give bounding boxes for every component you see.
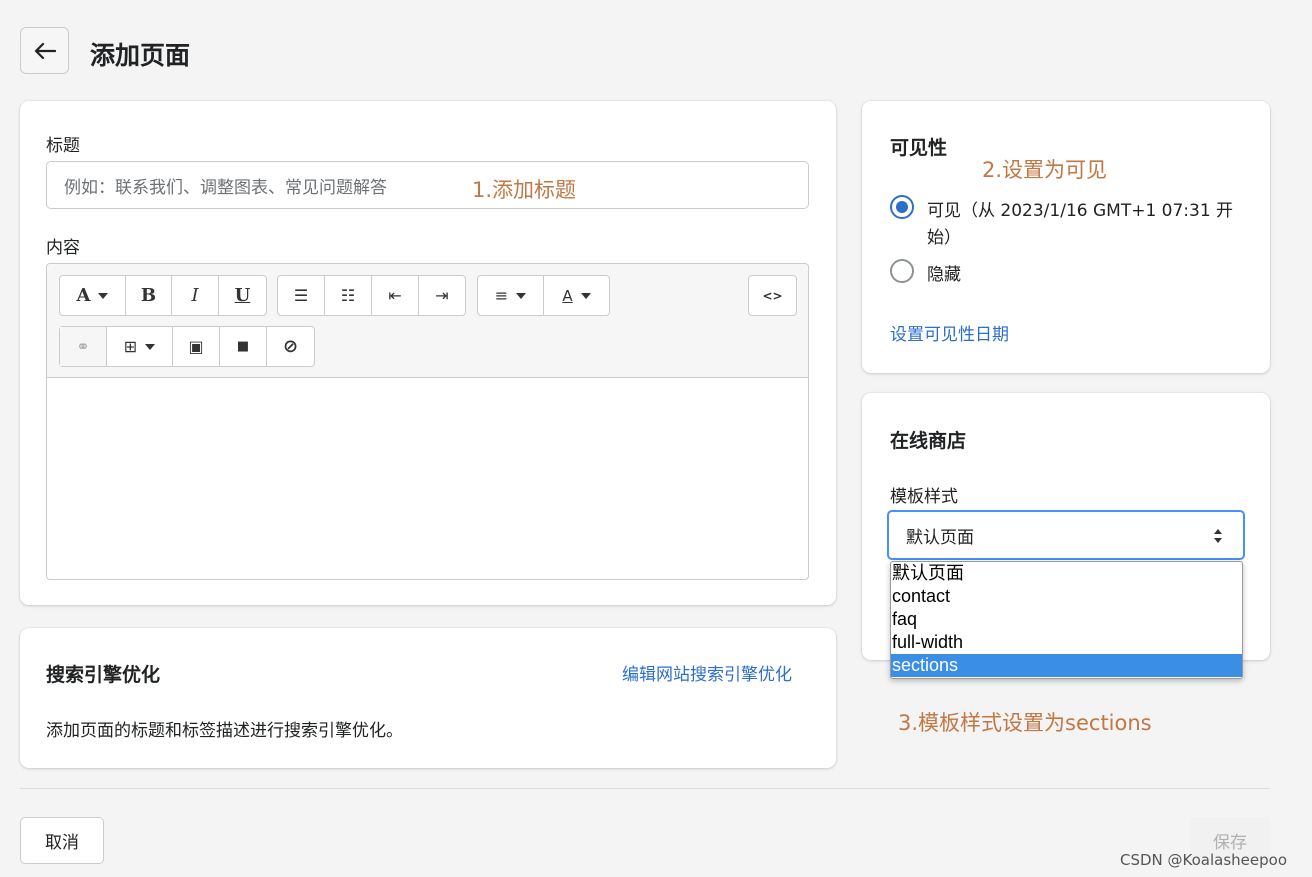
insert-group: ⚭ ⊞ ▣ ■ ⊘: [59, 326, 315, 367]
align-color-group: ≡ A: [477, 275, 610, 316]
arrow-left-icon: [34, 42, 56, 59]
seo-card: [20, 628, 836, 768]
outdent-button[interactable]: ⇤: [372, 276, 419, 315]
cancel-button[interactable]: 取消: [20, 817, 104, 864]
title-placeholder: 例如：联系我们、调整图表、常见问题解答: [64, 177, 387, 198]
text-color-icon: A: [562, 286, 573, 305]
link-button[interactable]: ⚭: [60, 327, 107, 366]
template-select-value: 默认页面: [906, 527, 974, 548]
bullet-list-icon: ☰: [293, 286, 309, 305]
video-icon: ■: [236, 339, 250, 354]
template-label: 模板样式: [890, 487, 958, 507]
page-title: 添加页面: [90, 41, 191, 70]
editor-toolbar: A B I U ☰ ☷ ⇤ ⇥ ≡ A <> ⚭ ⊞ ▣ ■ ⊘: [47, 264, 808, 378]
video-button[interactable]: ■: [220, 327, 267, 366]
seo-description: 添加页面的标题和标签描述进行搜索引擎优化。: [46, 721, 403, 741]
visible-radio[interactable]: [890, 195, 914, 219]
link-icon: ⚭: [76, 337, 90, 356]
annotation-step1: 1.添加标题: [472, 178, 577, 202]
footer-divider: [20, 788, 1270, 789]
annotation-step2: 2.设置为可见: [982, 158, 1108, 182]
template-option-highlighted[interactable]: sections: [891, 654, 1242, 677]
chevron-down-icon: [145, 343, 156, 350]
select-arrows-icon: [1214, 529, 1222, 543]
visible-radio-label-line2: 始）: [927, 228, 961, 248]
underline-icon: U: [234, 285, 251, 306]
back-button[interactable]: [20, 27, 69, 74]
bold-icon: B: [140, 285, 157, 306]
indent-icon: ⇥: [435, 286, 449, 305]
align-icon: ≡: [494, 286, 509, 305]
indent-button[interactable]: ⇥: [419, 276, 465, 315]
outdent-icon: ⇤: [388, 286, 402, 305]
numbered-list-button[interactable]: ☷: [325, 276, 372, 315]
italic-icon: I: [191, 285, 199, 306]
chevron-down-icon: [580, 292, 591, 299]
online-store-title: 在线商店: [890, 430, 967, 452]
italic-button[interactable]: I: [172, 276, 219, 315]
bold-button[interactable]: B: [126, 276, 172, 315]
seo-title: 搜索引擎优化: [46, 664, 161, 686]
image-icon: ▣: [188, 337, 204, 356]
edit-seo-link[interactable]: 编辑网站搜索引擎优化: [622, 660, 792, 685]
chevron-down-icon: [98, 292, 109, 299]
image-button[interactable]: ▣: [173, 327, 220, 366]
visible-radio-label-line1: 可见（从 2023/1/16 GMT+1 07:31 开: [927, 201, 1234, 221]
template-option[interactable]: full-width: [891, 631, 1242, 654]
template-option[interactable]: contact: [891, 585, 1242, 608]
table-button[interactable]: ⊞: [107, 327, 173, 366]
template-option[interactable]: faq: [891, 608, 1242, 631]
set-visibility-date-link[interactable]: 设置可见性日期: [890, 320, 1009, 345]
clear-format-icon: ⊘: [282, 336, 299, 357]
title-input[interactable]: 例如：联系我们、调整图表、常见问题解答: [46, 161, 809, 209]
hidden-radio[interactable]: [890, 259, 914, 283]
text-style-icon: A: [76, 285, 91, 306]
code-view-group: <>: [748, 275, 797, 316]
clear-format-button[interactable]: ⊘: [267, 327, 314, 366]
table-icon: ⊞: [123, 337, 138, 356]
visibility-title: 可见性: [890, 137, 948, 159]
code-view-icon: <>: [762, 288, 783, 303]
annotation-step3: 3.模板样式设置为sections: [898, 711, 1152, 735]
editor-body[interactable]: [47, 378, 808, 579]
watermark: CSDN @Koalasheepoo: [1120, 851, 1288, 869]
numbered-list-icon: ☷: [340, 286, 356, 305]
align-button[interactable]: ≡: [478, 276, 544, 315]
list-group: ☰ ☷ ⇤ ⇥: [277, 275, 466, 316]
underline-button[interactable]: U: [219, 276, 266, 315]
template-dropdown: 默认页面 contact faq full-width sections: [890, 561, 1243, 679]
code-view-button[interactable]: <>: [749, 276, 796, 315]
template-option[interactable]: 默认页面: [891, 562, 1242, 585]
content-label: 内容: [46, 238, 80, 258]
hidden-radio-label: 隐藏: [927, 265, 961, 285]
text-color-button[interactable]: A: [544, 276, 609, 315]
chevron-down-icon: [516, 292, 527, 299]
text-style-button[interactable]: A: [60, 276, 126, 315]
title-label: 标题: [46, 136, 80, 156]
rich-text-editor: A B I U ☰ ☷ ⇤ ⇥ ≡ A <> ⚭ ⊞ ▣ ■ ⊘: [46, 263, 809, 580]
bullet-list-button[interactable]: ☰: [278, 276, 325, 315]
template-select[interactable]: 默认页面: [887, 510, 1245, 560]
text-format-group: A B I U: [59, 275, 267, 316]
